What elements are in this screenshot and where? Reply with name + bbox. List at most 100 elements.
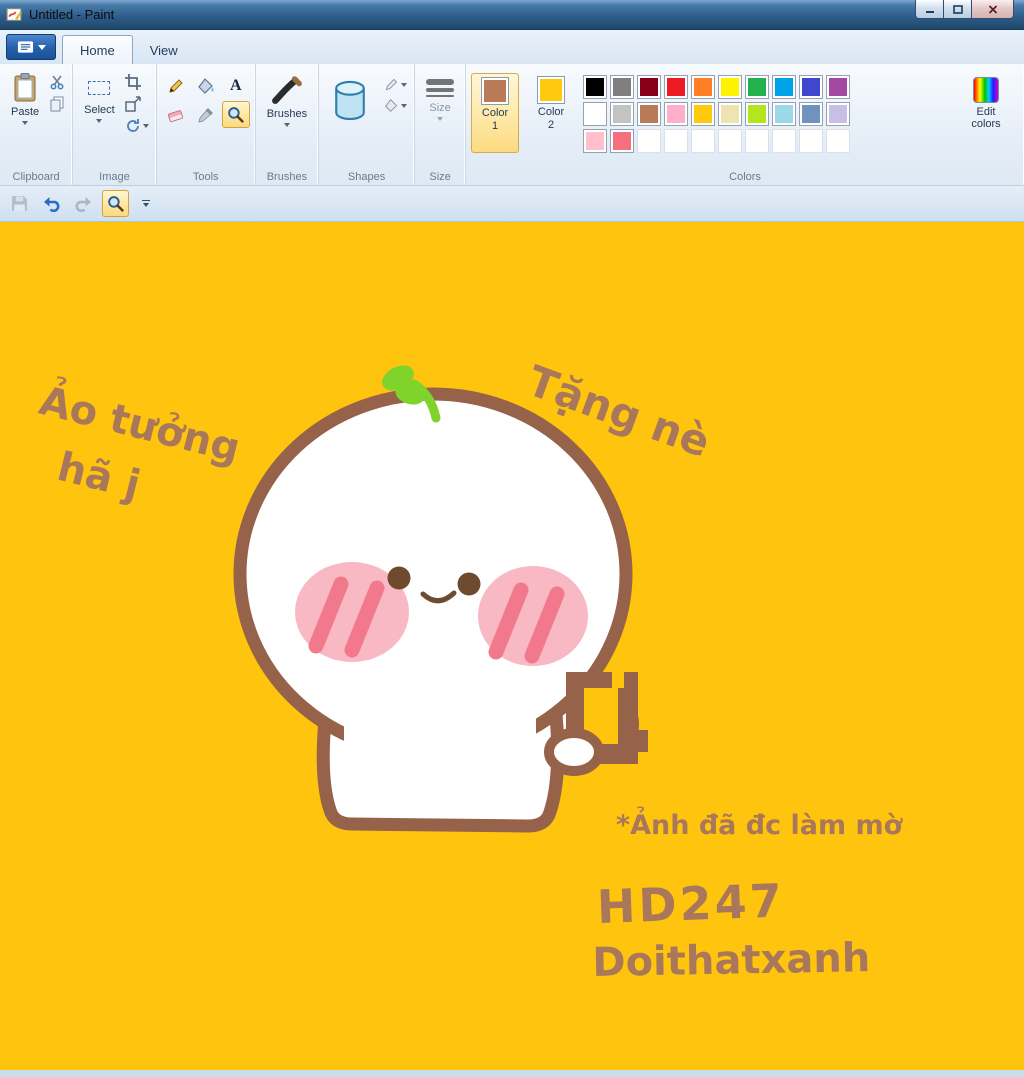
app-menu-icon — [17, 41, 33, 53]
palette-swatch[interactable] — [772, 102, 797, 126]
group-label-colors: Colors — [729, 171, 761, 183]
palette-swatch-empty[interactable] — [691, 129, 716, 153]
color-picker-tool-button[interactable] — [192, 101, 220, 128]
left-eye — [387, 566, 411, 590]
palette-swatch-empty[interactable] — [718, 129, 743, 153]
magnifier-icon — [108, 196, 124, 212]
undo-icon — [44, 197, 60, 212]
palette-swatch[interactable] — [691, 75, 716, 99]
chevron-down-icon — [142, 124, 149, 128]
pencil-tool-button[interactable] — [162, 72, 190, 99]
tab-view[interactable]: View — [133, 36, 195, 64]
character-drawing — [233, 365, 648, 833]
pencil-icon — [169, 78, 183, 93]
shapes-mini-buttons — [382, 72, 409, 130]
palette-swatch[interactable] — [637, 102, 662, 126]
paste-button[interactable]: Paste — [5, 69, 45, 127]
cylinder-shape-icon — [335, 80, 365, 121]
color2-button[interactable]: Color 2 — [527, 73, 575, 153]
fill-tool-button[interactable] — [192, 72, 220, 99]
close-icon — [988, 4, 997, 14]
group-label-tools: Tools — [192, 171, 219, 183]
magnifier-tool-button[interactable] — [221, 101, 250, 128]
shape-gallery[interactable] — [324, 72, 376, 130]
maximize-button[interactable] — [943, 0, 972, 19]
text-tool-button[interactable]: A — [222, 72, 250, 99]
edit-colors-button[interactable]: Edit colors — [957, 73, 1015, 153]
palette-swatch[interactable] — [664, 102, 689, 126]
palette-swatch[interactable] — [610, 129, 635, 153]
rotate-button[interactable] — [123, 117, 151, 135]
resize-icon — [124, 96, 141, 112]
palette-swatch[interactable] — [718, 75, 743, 99]
chevron-down-icon — [283, 123, 290, 127]
tab-home[interactable]: Home — [62, 35, 133, 64]
cut-button[interactable] — [47, 73, 67, 91]
palette-swatch[interactable] — [799, 102, 824, 126]
palette-swatch-empty[interactable] — [664, 129, 689, 153]
palette-swatch[interactable] — [745, 75, 770, 99]
palette-swatch[interactable] — [637, 75, 662, 99]
brushes-button[interactable]: Brushes — [261, 69, 313, 129]
colors-body: Color 1 Color 2 Edit colors — [471, 69, 1019, 153]
palette-swatch[interactable] — [610, 75, 635, 99]
size-button[interactable]: Size — [420, 69, 460, 123]
resize-button[interactable] — [123, 95, 151, 113]
eraser-tool-button[interactable] — [162, 101, 190, 128]
minimize-button[interactable] — [915, 0, 944, 19]
group-label-clipboard: Clipboard — [12, 171, 60, 183]
palette-swatch[interactable] — [745, 102, 770, 126]
palette-swatch-empty[interactable] — [799, 129, 824, 153]
customize-toolbar-button[interactable] — [138, 196, 154, 212]
paint-app-icon — [6, 8, 22, 21]
select-button[interactable]: Select — [78, 69, 121, 125]
palette-swatch[interactable] — [583, 102, 608, 126]
shape-fill-button[interactable] — [382, 97, 409, 114]
qat-magnifier-button[interactable] — [102, 190, 129, 217]
palette-swatch[interactable] — [664, 75, 689, 99]
drawing-canvas[interactable]: Ảo tưởng hã j Tặng nè *Ảnh đã đc làm mờ … — [0, 222, 1024, 1070]
window-controls — [915, 0, 1014, 19]
group-colors: Color 1 Color 2 Edit colors Colors — [466, 64, 1024, 185]
palette-swatch[interactable] — [691, 102, 716, 126]
undo-button[interactable] — [38, 190, 65, 217]
palette-swatch[interactable] — [826, 75, 851, 99]
palette-swatch-empty[interactable] — [637, 129, 662, 153]
canvas-text-signature-2: Doithatxanh — [592, 935, 871, 986]
fill-bucket-icon — [197, 77, 214, 94]
chevron-down-icon — [22, 121, 29, 125]
group-clipboard: Paste Clipboard — [0, 64, 74, 185]
select-label: Select — [84, 104, 115, 116]
crop-button[interactable] — [123, 73, 151, 91]
palette-swatch[interactable] — [826, 102, 851, 126]
palette-swatch[interactable] — [772, 75, 797, 99]
edit-colors-rainbow-icon — [973, 77, 999, 103]
color1-label-line2: 1 — [492, 119, 499, 132]
palette-swatch-empty[interactable] — [826, 129, 851, 153]
overline-icon — [142, 199, 150, 202]
palette-swatch-empty[interactable] — [772, 129, 797, 153]
palette-swatch-empty[interactable] — [745, 129, 770, 153]
close-button[interactable] — [971, 0, 1014, 19]
color1-button[interactable]: Color 1 — [471, 73, 520, 153]
group-label-image: Image — [99, 171, 130, 183]
save-button[interactable] — [6, 190, 33, 217]
palette-swatch[interactable] — [583, 75, 608, 99]
minimize-icon — [925, 10, 934, 13]
color-palette — [583, 75, 851, 153]
palette-swatch[interactable] — [583, 129, 608, 153]
palette-swatch[interactable] — [718, 102, 743, 126]
group-size: Size Size — [415, 64, 467, 185]
palette-swatch[interactable] — [610, 102, 635, 126]
ribbon: Paste Clipboard Select Image A Tools Bru… — [0, 64, 1024, 186]
magnifier-icon — [228, 107, 244, 123]
application-menu-button[interactable] — [6, 34, 56, 60]
palette-swatch[interactable] — [799, 75, 824, 99]
eyedropper-icon — [198, 107, 213, 123]
chevron-down-icon — [37, 44, 46, 50]
ribbon-tab-row: Home View — [0, 30, 1024, 64]
quick-access-toolbar — [0, 186, 1024, 222]
redo-button[interactable] — [70, 190, 97, 217]
shape-outline-button[interactable] — [382, 76, 409, 93]
copy-button[interactable] — [47, 95, 67, 113]
